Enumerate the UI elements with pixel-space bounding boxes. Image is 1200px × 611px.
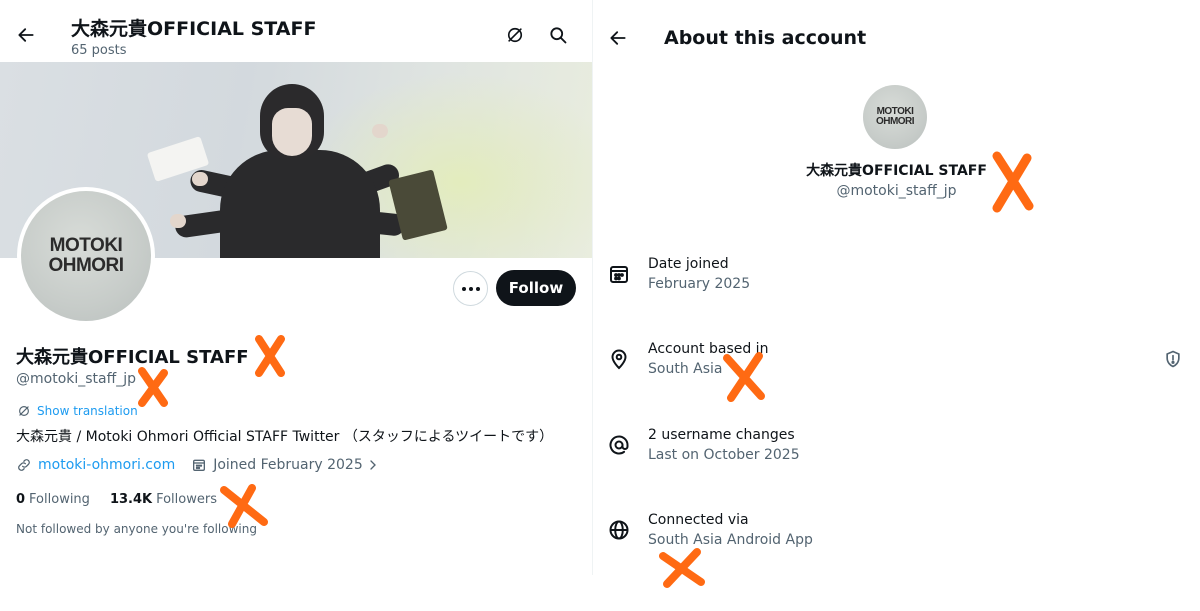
link-icon	[18, 459, 30, 471]
account-based-in-label: Account based in	[648, 341, 769, 357]
about-account-panel: About this account MOTOKI OHMORI 大森元貴OFF…	[593, 0, 1200, 611]
show-translation-link[interactable]: Show translation	[17, 404, 138, 418]
arrow-left-icon	[610, 31, 626, 45]
calendar-icon	[610, 266, 628, 283]
show-translation-label: Show translation	[37, 404, 138, 418]
more-dot	[475, 286, 480, 291]
followers-count: 13.4K	[109, 492, 153, 507]
location-pin-icon	[611, 349, 627, 370]
calendar-icon	[193, 459, 206, 471]
about-title: About this account	[664, 27, 867, 49]
account-based-in-value: South Asia	[648, 361, 723, 377]
about-handle: @motoki_staff_jp	[836, 183, 957, 199]
avatar-text-line2: OHMORI	[875, 116, 915, 127]
connected-via-value: South Asia Android App	[648, 532, 813, 548]
profile-handle: @motoki_staff_jp	[16, 371, 137, 387]
shield-info-icon[interactable]	[1163, 349, 1183, 369]
date-joined-label: Date joined	[648, 256, 729, 272]
following-label: Following	[29, 492, 90, 507]
following-count: 0	[16, 492, 26, 507]
profile-bio: 大森元貴 / Motoki Ohmori Official STAFF Twit…	[16, 429, 554, 445]
profile-avatar[interactable]: MOTOKI OHMORI	[17, 187, 155, 325]
redaction-mark	[138, 367, 168, 407]
translate-icon	[507, 27, 523, 43]
profile-panel: 大森元貴OFFICIAL STAFF 65 posts MOTOKI OHMOR…	[0, 0, 592, 611]
avatar-text-line1: MOTOKI	[49, 235, 123, 256]
at-sign-icon	[609, 435, 629, 455]
connected-via-label: Connected via	[648, 512, 749, 528]
more-dot	[461, 286, 466, 291]
follow-button[interactable]: Follow	[496, 270, 576, 306]
website-link[interactable]: motoki-ohmori.com	[38, 457, 175, 473]
about-display-name: 大森元貴OFFICIAL STAFF	[806, 163, 987, 179]
translate-header-button[interactable]	[499, 19, 531, 51]
more-options-button[interactable]	[453, 271, 488, 306]
more-dot	[468, 286, 473, 291]
redaction-mark	[723, 352, 765, 402]
followers-stat[interactable]: 13.4K Followers	[110, 492, 217, 507]
follow-stats: 0 Following 13.4K Followers	[16, 492, 217, 507]
header-title: 大森元貴OFFICIAL STAFF	[71, 18, 317, 40]
username-changes-value: Last on October 2025	[648, 447, 800, 463]
profile-meta: motoki-ohmori.com Joined February 2025	[16, 457, 381, 473]
search-button[interactable]	[542, 19, 574, 51]
redaction-mark	[659, 548, 705, 588]
arrow-left-icon	[18, 28, 34, 42]
about-back-button[interactable]	[602, 22, 634, 54]
not-followed-notice: Not followed by anyone you're following	[16, 522, 257, 536]
globe-icon	[609, 520, 629, 540]
following-stat[interactable]: 0 Following	[16, 492, 90, 507]
username-changes-label: 2 username changes	[648, 427, 795, 443]
translate-icon	[19, 406, 29, 416]
followers-label: Followers	[156, 492, 217, 507]
redaction-mark	[255, 335, 285, 377]
date-joined-value: February 2025	[648, 276, 751, 292]
avatar-text-line2: OHMORI	[48, 255, 124, 276]
joined-date: Joined February 2025	[213, 457, 363, 473]
about-avatar: MOTOKI OHMORI	[863, 85, 927, 149]
back-button[interactable]	[10, 19, 42, 51]
chevron-right-icon[interactable]	[365, 457, 381, 473]
posts-count: 65 posts	[71, 43, 127, 58]
search-icon	[550, 27, 567, 44]
profile-display-name: 大森元貴OFFICIAL STAFF	[16, 347, 249, 368]
